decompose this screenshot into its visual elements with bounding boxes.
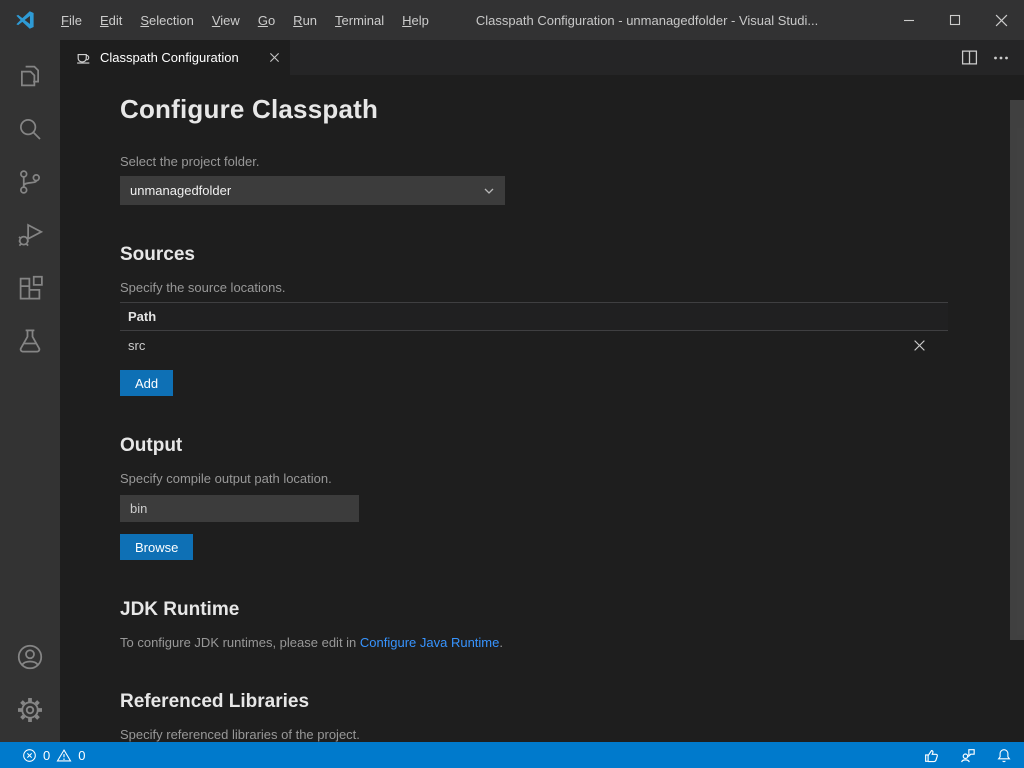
path-column-label: Path — [128, 309, 156, 324]
source-row[interactable]: src — [120, 331, 948, 360]
output-description: Specify compile output path location. — [120, 470, 948, 488]
menu-edit[interactable]: Edit — [91, 9, 131, 32]
sources-description: Specify the source locations. — [120, 279, 948, 297]
menu-terminal[interactable]: Terminal — [326, 9, 393, 32]
maximize-button[interactable] — [932, 0, 978, 40]
extensions-icon[interactable] — [6, 261, 54, 314]
testing-icon[interactable] — [6, 314, 54, 367]
chevron-down-icon — [483, 185, 495, 197]
sources-heading: Sources — [120, 242, 948, 268]
source-path-value: src — [128, 338, 145, 353]
window-controls — [886, 0, 1024, 40]
output-path-input[interactable] — [120, 495, 359, 522]
more-actions-icon[interactable] — [993, 50, 1009, 66]
project-folder-select[interactable]: unmanagedfolder — [120, 176, 505, 205]
problems-status[interactable]: 0 0 — [22, 748, 85, 763]
project-folder-value: unmanagedfolder — [130, 183, 231, 198]
menu-bar: File Edit Selection View Go Run Terminal… — [52, 9, 438, 32]
vertical-scrollbar[interactable] — [1010, 100, 1024, 640]
error-count: 0 — [43, 748, 50, 763]
editor-actions — [961, 40, 1024, 75]
title-bar: File Edit Selection View Go Run Terminal… — [0, 0, 1024, 40]
warning-count: 0 — [78, 748, 85, 763]
accounts-icon[interactable] — [6, 630, 54, 683]
settings-gear-icon[interactable] — [6, 683, 54, 736]
jdk-runtime-text: To configure JDK runtimes, please edit i… — [120, 634, 948, 652]
jdk-runtime-text-after: . — [499, 635, 503, 650]
project-folder-label: Select the project folder. — [120, 154, 948, 169]
referenced-libraries-description: Specify referenced libraries of the proj… — [120, 726, 948, 742]
error-icon — [22, 748, 37, 763]
referenced-libraries-heading: Referenced Libraries — [120, 689, 948, 715]
menu-go[interactable]: Go — [249, 9, 284, 32]
search-icon[interactable] — [6, 102, 54, 155]
menu-view[interactable]: View — [203, 9, 249, 32]
configure-java-runtime-link[interactable]: Configure Java Runtime — [360, 635, 499, 650]
tab-label: Classpath Configuration — [100, 50, 261, 65]
vscode-logo-icon — [14, 9, 36, 31]
run-and-debug-icon[interactable] — [6, 208, 54, 261]
java-status-share-icon[interactable] — [959, 747, 977, 764]
source-control-icon[interactable] — [6, 155, 54, 208]
menu-file[interactable]: File — [52, 9, 91, 32]
minimize-button[interactable] — [886, 0, 932, 40]
sources-column-header: Path — [120, 303, 948, 331]
jdk-runtime-heading: JDK Runtime — [120, 597, 948, 623]
menu-selection[interactable]: Selection — [131, 9, 202, 32]
tab-bar: Classpath Configuration — [60, 40, 1024, 75]
tab-classpath-configuration[interactable]: Classpath Configuration — [60, 40, 290, 75]
sources-table: Path src — [120, 302, 948, 360]
explorer-icon[interactable] — [6, 49, 54, 102]
status-bar-right — [923, 747, 1012, 764]
tab-close-icon[interactable] — [269, 52, 280, 63]
java-cup-icon — [75, 49, 92, 66]
activity-bar — [0, 40, 60, 742]
warning-icon — [56, 748, 72, 763]
menu-help[interactable]: Help — [393, 9, 438, 32]
page-title: Configure Classpath — [120, 91, 948, 127]
window-title: Classpath Configuration - unmanagedfolde… — [476, 13, 818, 28]
menu-run[interactable]: Run — [284, 9, 326, 32]
split-editor-icon[interactable] — [961, 49, 978, 66]
jdk-runtime-text-before: To configure JDK runtimes, please edit i… — [120, 635, 360, 650]
add-source-button[interactable]: Add — [120, 370, 173, 396]
close-window-button[interactable] — [978, 0, 1024, 40]
feedback-icon[interactable] — [923, 747, 940, 764]
remove-source-icon[interactable] — [913, 339, 926, 352]
classpath-configuration-page: Configure Classpath Select the project f… — [60, 75, 1024, 742]
output-heading: Output — [120, 433, 948, 459]
status-bar: 0 0 — [0, 742, 1024, 768]
browse-button[interactable]: Browse — [120, 534, 193, 560]
notifications-bell-icon[interactable] — [996, 747, 1012, 764]
